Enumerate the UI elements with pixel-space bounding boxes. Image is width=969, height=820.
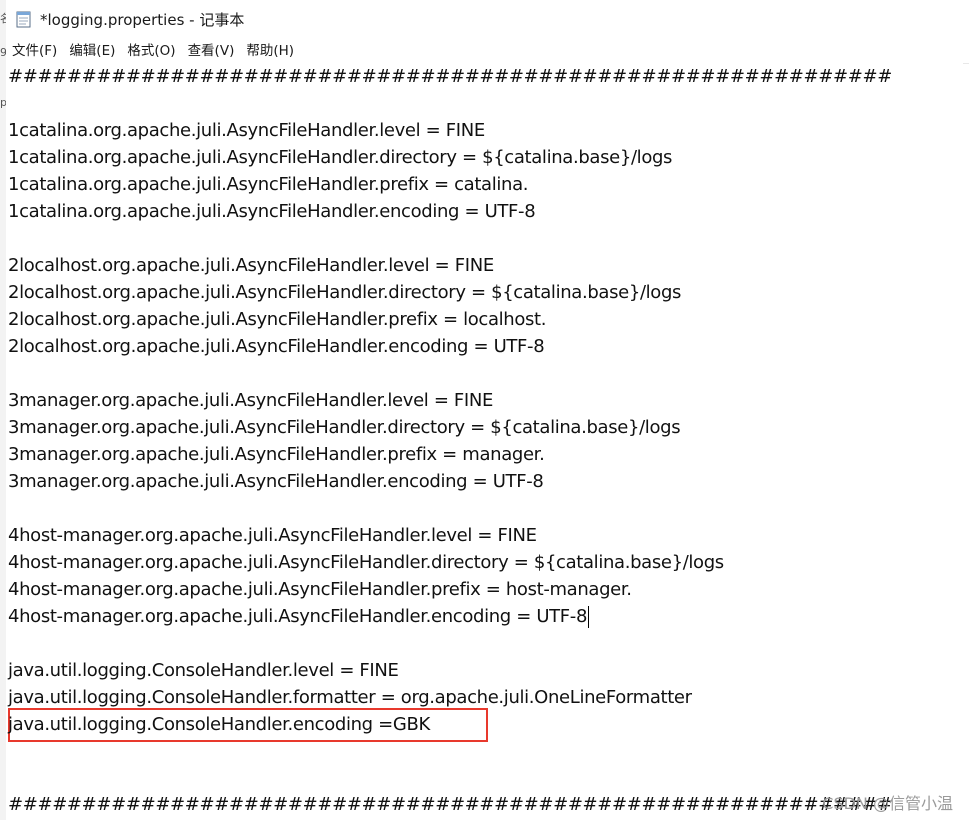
- csdn-watermark: CSDN @信管小温: [822, 794, 953, 813]
- editor-line[interactable]: 3manager.org.apache.juli.AsyncFileHandle…: [8, 468, 544, 495]
- editor-line[interactable]: ########################################…: [8, 63, 892, 90]
- menu-format[interactable]: 格式(O): [121, 39, 181, 63]
- editor-line[interactable]: java.util.logging.ConsoleHandler.formatt…: [8, 684, 692, 711]
- editor-line[interactable]: 4host-manager.org.apache.juli.AsyncFileH…: [8, 549, 724, 576]
- editor-line[interactable]: 2localhost.org.apache.juli.AsyncFileHand…: [8, 279, 681, 306]
- editor-line[interactable]: 3manager.org.apache.juli.AsyncFileHandle…: [8, 441, 545, 468]
- editor-line[interactable]: 3manager.org.apache.juli.AsyncFileHandle…: [8, 387, 493, 414]
- editor-line[interactable]: 3manager.org.apache.juli.AsyncFileHandle…: [8, 414, 681, 441]
- editor-line[interactable]: 1catalina.org.apache.juli.AsyncFileHandl…: [8, 144, 672, 171]
- editor-line[interactable]: 4host-manager.org.apache.juli.AsyncFileH…: [8, 603, 590, 630]
- window-title: *logging.properties - 记事本: [40, 10, 245, 29]
- menu-edit[interactable]: 编辑(E): [63, 39, 121, 63]
- menu-help[interactable]: 帮助(H): [240, 39, 300, 63]
- text-caret: [588, 606, 590, 628]
- notepad-window: 名 9 p *logging.properties - 记事本 文件(F) 编辑…: [0, 0, 969, 820]
- editor-line[interactable]: 4host-manager.org.apache.juli.AsyncFileH…: [8, 522, 537, 549]
- title-bar[interactable]: *logging.properties - 记事本: [6, 0, 969, 38]
- notepad-icon: [16, 10, 32, 28]
- menu-file[interactable]: 文件(F): [6, 39, 63, 63]
- editor-line[interactable]: 1catalina.org.apache.juli.AsyncFileHandl…: [8, 198, 536, 225]
- editor-line[interactable]: ########################################…: [8, 791, 892, 818]
- editor-line[interactable]: 2localhost.org.apache.juli.AsyncFileHand…: [8, 306, 546, 333]
- editor-line[interactable]: 2localhost.org.apache.juli.AsyncFileHand…: [8, 252, 494, 279]
- editor-line[interactable]: 1catalina.org.apache.juli.AsyncFileHandl…: [8, 117, 485, 144]
- editor-line[interactable]: java.util.logging.ConsoleHandler.level =…: [8, 657, 399, 684]
- menu-view[interactable]: 查看(V): [182, 39, 241, 63]
- editor-line[interactable]: 1catalina.org.apache.juli.AsyncFileHandl…: [8, 171, 529, 198]
- text-editor-area[interactable]: ########################################…: [6, 63, 963, 820]
- menu-bar: 文件(F) 编辑(E) 格式(O) 查看(V) 帮助(H): [6, 38, 969, 64]
- editor-line[interactable]: 2localhost.org.apache.juli.AsyncFileHand…: [8, 333, 545, 360]
- editor-line[interactable]: java.util.logging.ConsoleHandler.encodin…: [8, 711, 430, 738]
- editor-line[interactable]: 4host-manager.org.apache.juli.AsyncFileH…: [8, 576, 632, 603]
